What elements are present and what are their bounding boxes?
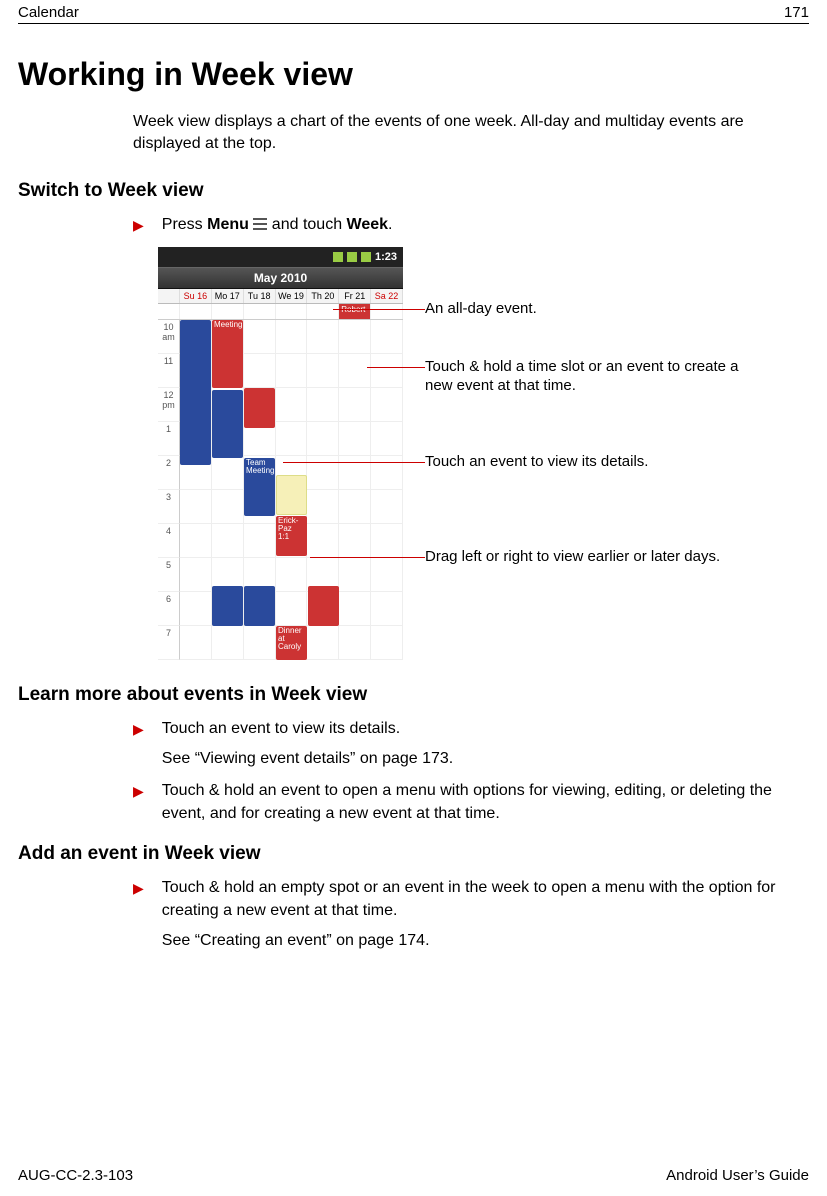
intro-paragraph: Week view displays a chart of the events… <box>133 111 809 154</box>
status-time: 1:23 <box>375 251 397 263</box>
status-bar: 1:23 <box>158 247 403 267</box>
footer-guide-name: Android User’s Guide <box>666 1167 809 1184</box>
event-block <box>180 320 211 465</box>
day-header: Su 16 <box>180 289 212 303</box>
day-header: Th 20 <box>307 289 339 303</box>
event-block <box>276 475 307 515</box>
day-header-row: Su 16 Mo 17 Tu 18 We 19 Th 20 Fr 21 Sa 2… <box>158 289 403 304</box>
day-header: Tu 18 <box>244 289 276 303</box>
week-grid: 10 am 11 12 pm 1 2 3 4 5 6 7 Meeting Tea… <box>158 320 403 660</box>
event-block <box>244 586 275 626</box>
allday-row: Robert <box>158 304 403 320</box>
month-bar: May 2010 <box>158 267 403 289</box>
bullet-subtext: See “Viewing event details” on page 173. <box>162 748 809 770</box>
bullet-text: Touch & hold an event to open a menu wit… <box>162 780 809 825</box>
step-press-menu: ▶ Press Menu and touch Week. <box>133 214 809 236</box>
callout-line-icon <box>283 462 425 463</box>
allday-event: Robert <box>339 304 371 319</box>
day-header: Mo 17 <box>212 289 244 303</box>
callout-line-icon <box>310 557 425 558</box>
callout-line-icon <box>367 367 425 368</box>
running-footer: AUG-CC-2.3-103 Android User’s Guide <box>18 1167 809 1184</box>
bullet-item: ▶ Touch & hold an empty spot or an event… <box>133 877 809 952</box>
triangle-bullet-icon: ▶ <box>133 718 144 771</box>
bullet-subtext: See “Creating an event” on page 174. <box>162 930 809 952</box>
section-add-heading: Add an event in Week view <box>18 843 809 865</box>
header-page-number: 171 <box>784 4 809 21</box>
section-learn-heading: Learn more about events in Week view <box>18 684 809 706</box>
status-icon <box>361 252 371 262</box>
callout-event-details: Touch an event to view its details. <box>425 452 648 472</box>
callout-allday: An all-day event. <box>425 299 537 319</box>
screenshot-with-callouts: 1:23 May 2010 Su 16 Mo 17 Tu 18 We 19 Th… <box>158 247 809 660</box>
menu-icon <box>253 218 267 230</box>
event-block <box>212 390 243 458</box>
event-block <box>212 586 243 626</box>
event-block <box>244 388 275 428</box>
bullet-text: Touch an event to view its details. <box>162 720 400 737</box>
event-meeting: Meeting <box>212 320 243 388</box>
event-block <box>308 586 339 626</box>
day-header: Fr 21 <box>339 289 371 303</box>
event-dinner: Dinner at Caroly <box>276 626 307 660</box>
callouts-column: An all-day event. Touch & hold a time sl… <box>425 247 809 660</box>
callout-drag: Drag left or right to view earlier or la… <box>425 547 720 567</box>
status-icon <box>347 252 357 262</box>
callout-line-icon <box>333 309 425 310</box>
day-header: Sa 22 <box>371 289 403 303</box>
day-header: We 19 <box>276 289 308 303</box>
callout-timeslot: Touch & hold a time slot or an event to … <box>425 357 745 396</box>
bullet-item: ▶ Touch an event to view its details. Se… <box>133 718 809 771</box>
page-title: Working in Week view <box>18 56 809 93</box>
triangle-bullet-icon: ▶ <box>133 877 144 952</box>
footer-doc-id: AUG-CC-2.3-103 <box>18 1167 133 1184</box>
running-header: Calendar 171 <box>18 0 809 24</box>
bullet-text: Touch & hold an empty spot or an event i… <box>162 879 776 918</box>
event-team: Team Meeting <box>244 458 275 516</box>
section-switch-heading: Switch to Week view <box>18 180 809 202</box>
event-erick: Erick-Paz 1:1 <box>276 516 307 556</box>
bullet-item: ▶ Touch & hold an event to open a menu w… <box>133 780 809 825</box>
triangle-bullet-icon: ▶ <box>133 780 144 825</box>
step-text: Press Menu and touch Week. <box>162 214 809 236</box>
header-left: Calendar <box>18 4 79 21</box>
status-icon <box>333 252 343 262</box>
triangle-bullet-icon: ▶ <box>133 214 144 236</box>
